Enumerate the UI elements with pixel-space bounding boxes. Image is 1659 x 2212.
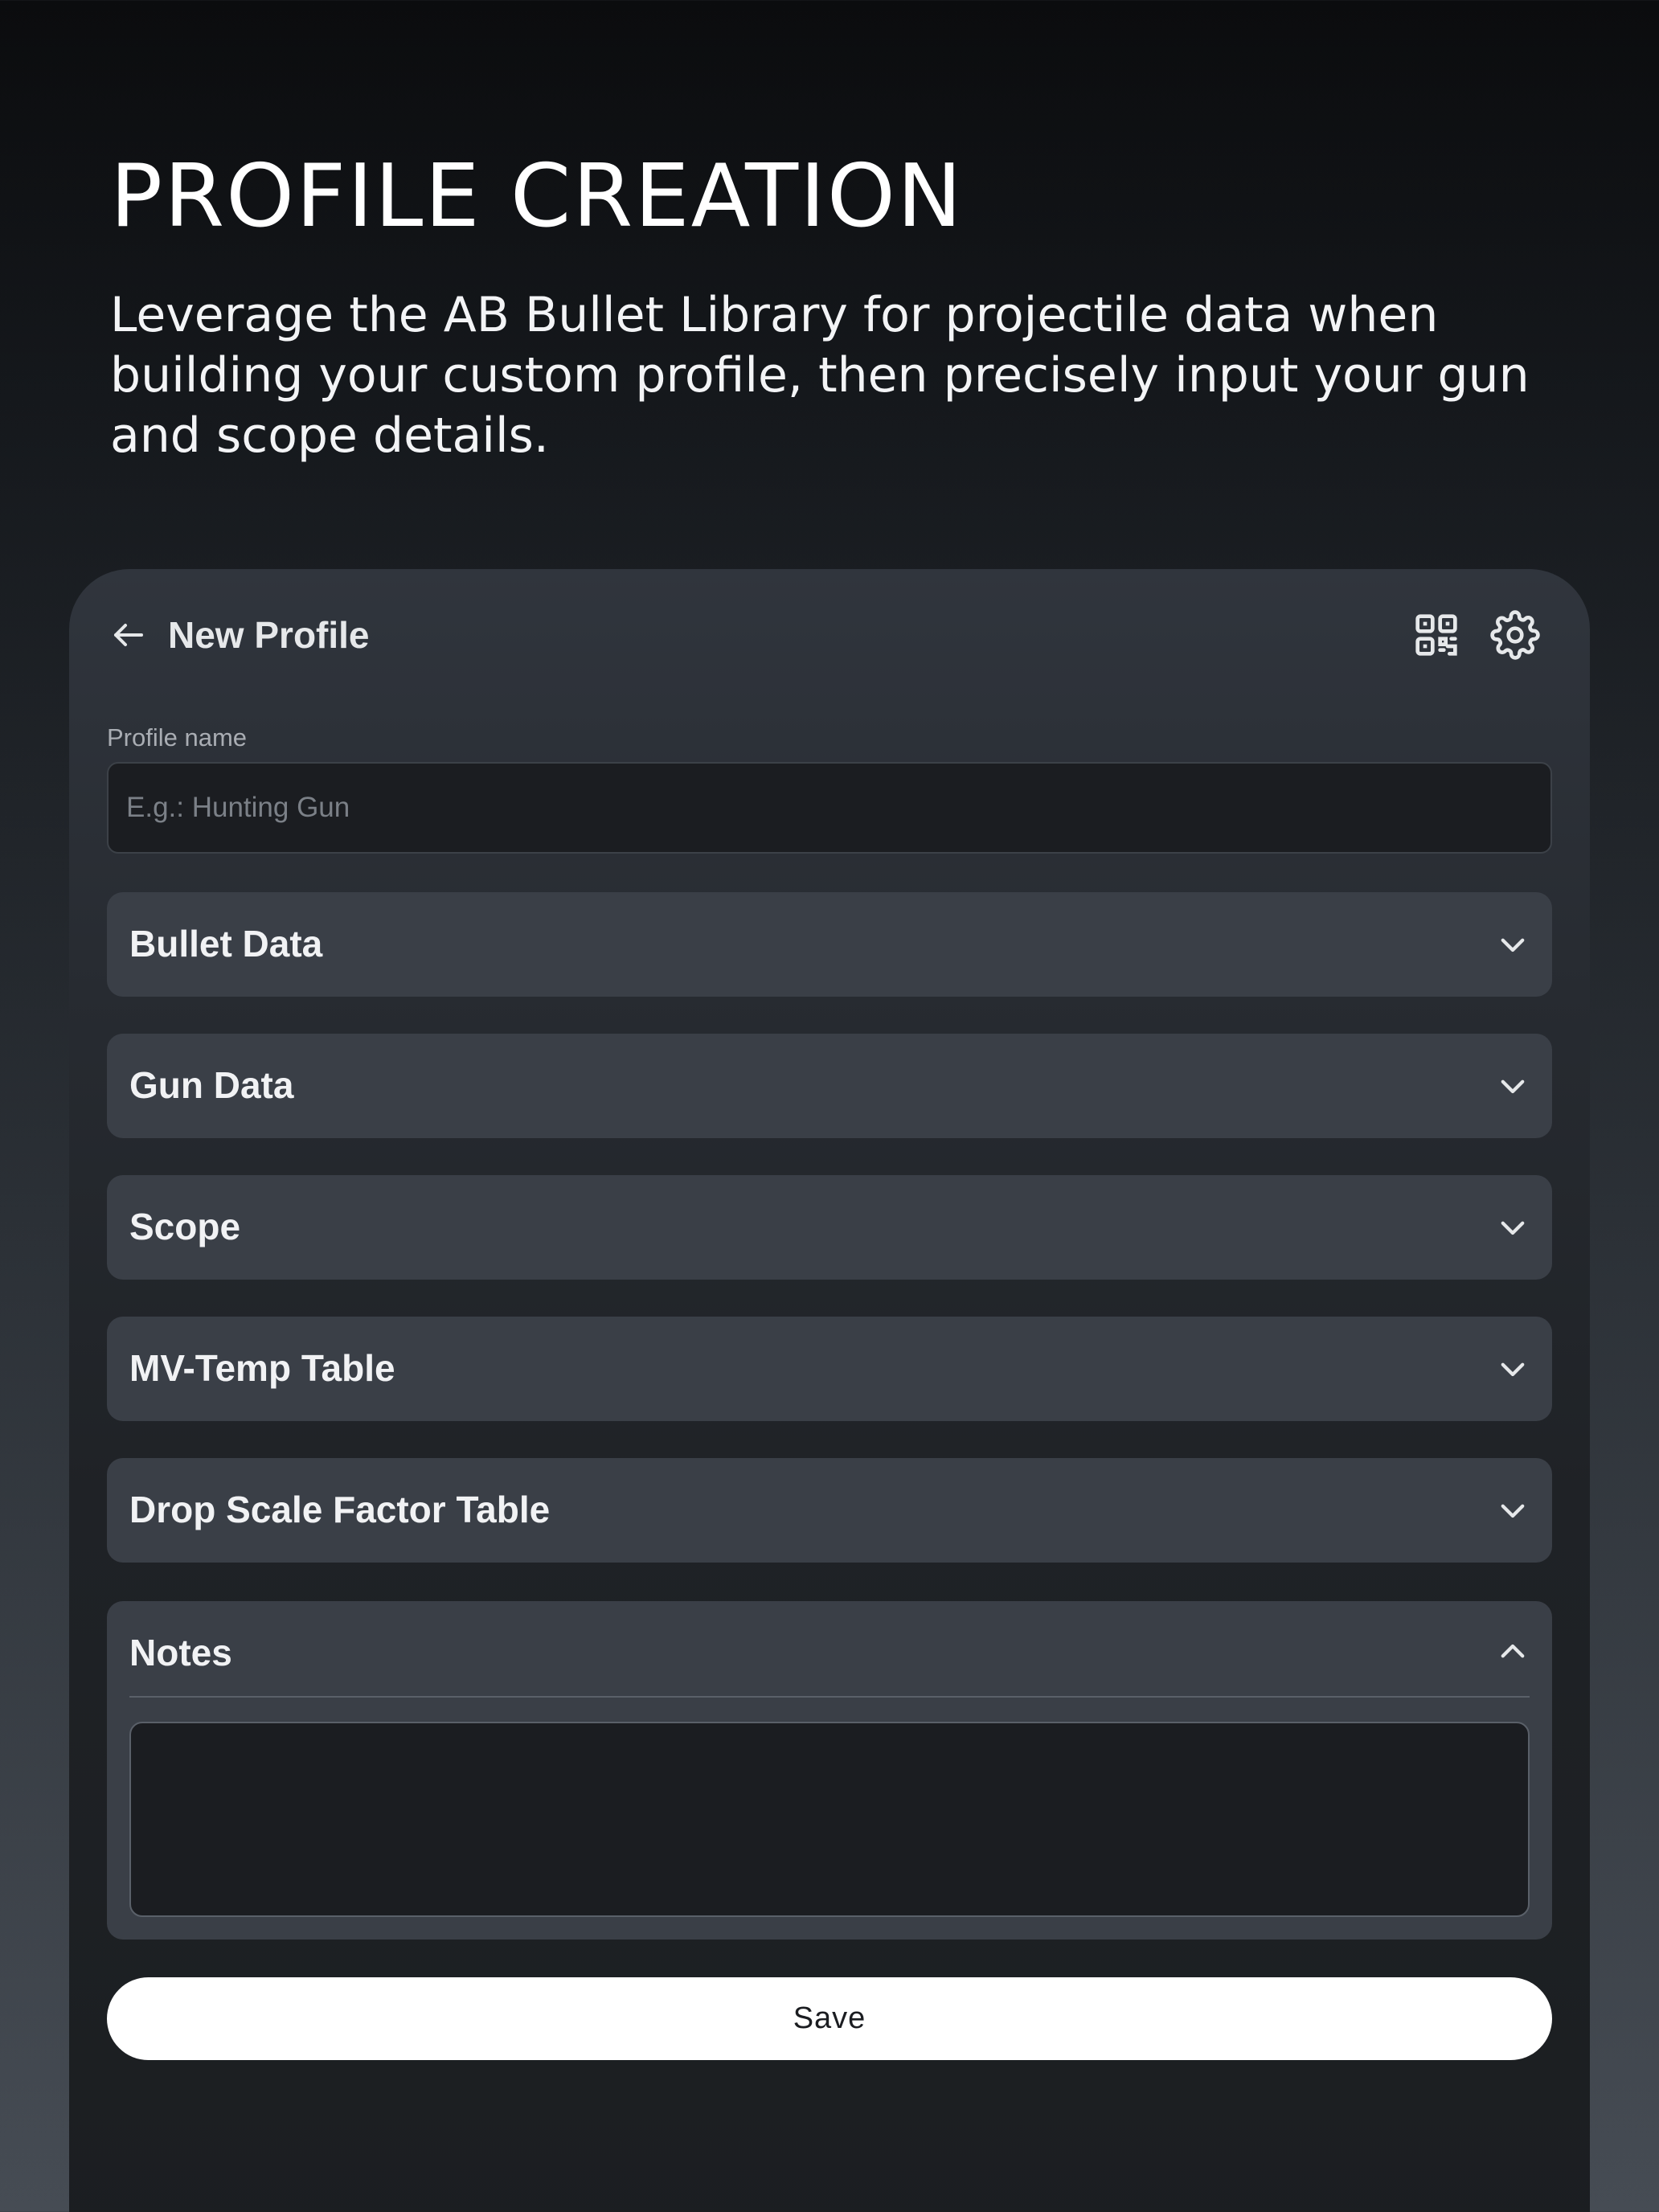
section-drop-scale-factor-table[interactable]: Drop Scale Factor Table — [107, 1458, 1552, 1563]
section-title: Scope — [129, 1206, 241, 1247]
section-title: Bullet Data — [129, 923, 323, 965]
section-title: Notes — [129, 1632, 232, 1673]
chevron-down-icon — [1501, 938, 1525, 952]
section-bullet-data[interactable]: Bullet Data — [107, 892, 1552, 997]
header-title: New Profile — [168, 614, 370, 656]
section-title: MV-Temp Table — [129, 1347, 395, 1389]
section-gun-data[interactable]: Gun Data — [107, 1034, 1552, 1138]
qr-code-icon[interactable] — [1414, 612, 1459, 657]
chevron-down-icon — [1501, 1221, 1525, 1235]
save-button[interactable]: Save — [107, 1977, 1552, 2060]
chevron-down-icon — [1501, 1079, 1525, 1094]
app-header: New Profile — [69, 569, 1590, 698]
section-scope[interactable]: Scope — [107, 1175, 1552, 1280]
hero-description: Leverage the AB Bullet Library for proje… — [110, 287, 1530, 464]
arrow-left-icon[interactable] — [109, 616, 148, 654]
section-notes: Notes — [107, 1601, 1552, 1940]
profile-name-input[interactable] — [107, 762, 1552, 854]
section-mv-temp-table[interactable]: MV-Temp Table — [107, 1317, 1552, 1421]
section-title: Gun Data — [129, 1064, 294, 1106]
chevron-down-icon — [1501, 1362, 1525, 1377]
notes-textarea[interactable] — [129, 1722, 1530, 1917]
app-panel: New Profile Profile name Bullet Data Gun… — [69, 569, 1590, 2212]
notes-header[interactable]: Notes — [129, 1601, 1530, 1698]
chevron-down-icon — [1501, 1504, 1525, 1518]
section-title: Drop Scale Factor Table — [129, 1489, 551, 1530]
profile-name-label: Profile name — [107, 723, 248, 752]
hero-title: PROFILE CREATION — [110, 146, 964, 247]
gear-icon[interactable] — [1490, 610, 1540, 660]
chevron-up-icon — [1501, 1644, 1525, 1658]
